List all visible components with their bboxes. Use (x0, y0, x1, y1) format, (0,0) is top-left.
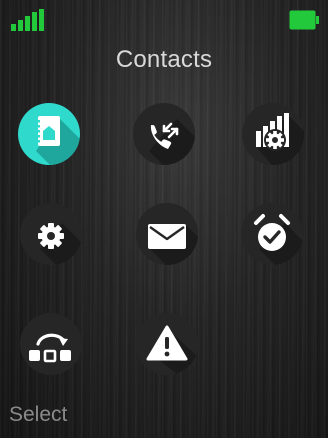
menu-item-alarm[interactable] (241, 203, 303, 265)
select-softkey[interactable]: Select (9, 403, 67, 427)
gear-icon (38, 223, 82, 265)
phone-screen: Contacts Select (0, 0, 328, 438)
alarm-clock-icon (254, 214, 303, 265)
call-history-icon (149, 119, 195, 165)
data-transfer-icon (29, 333, 71, 363)
menu-item-contacts[interactable] (18, 103, 80, 165)
battery-full-icon (289, 10, 319, 30)
menu-item-settings[interactable] (20, 203, 82, 265)
menu-item-transfer[interactable] (20, 313, 82, 375)
menu-item-status[interactable] (242, 103, 304, 165)
contacts-book-icon (36, 116, 80, 165)
menu-item-alert[interactable] (136, 313, 198, 375)
signal-bars-icon (11, 9, 44, 31)
menu-item-messages[interactable] (136, 203, 198, 265)
menu-item-calls[interactable] (133, 103, 195, 165)
warning-icon (146, 325, 198, 375)
page-title: Contacts (115, 46, 213, 73)
status-settings-icon (256, 113, 304, 165)
envelope-icon (148, 223, 198, 265)
